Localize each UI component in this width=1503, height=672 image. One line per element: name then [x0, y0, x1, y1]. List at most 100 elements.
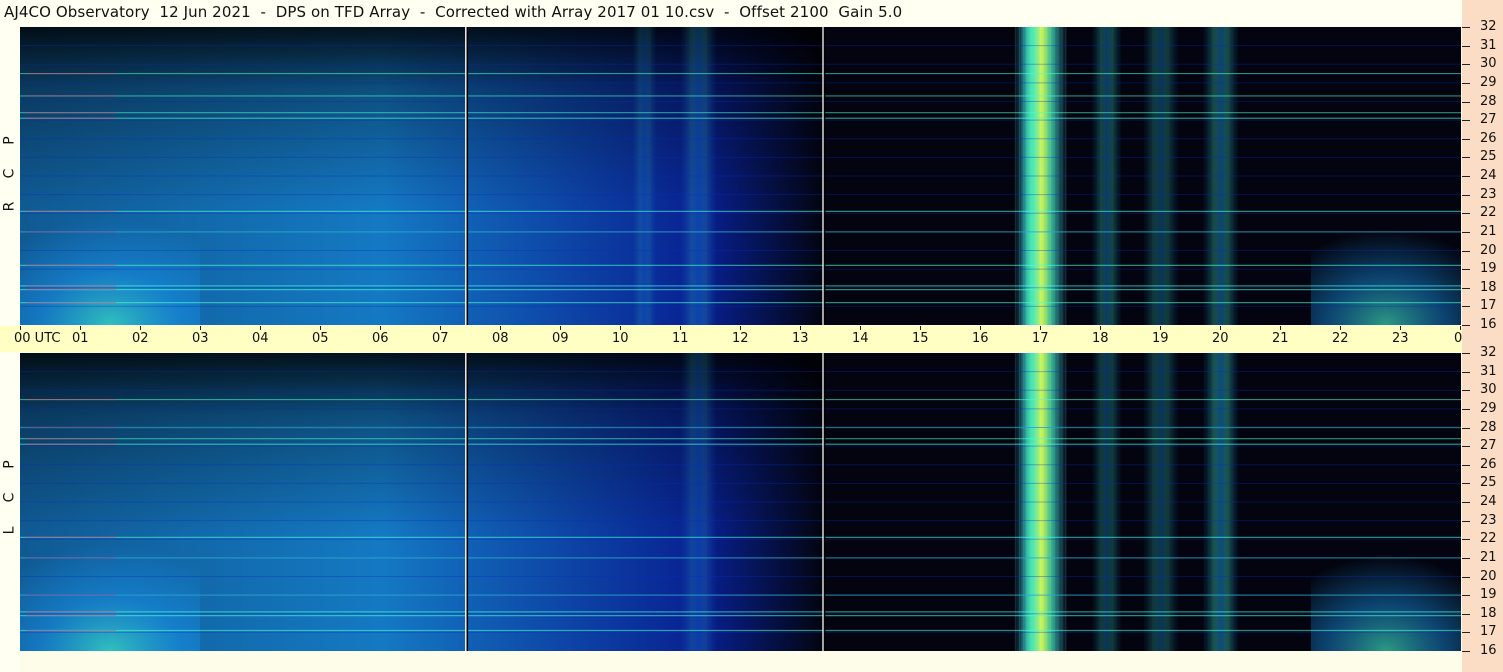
polarization-letter: C: [1, 492, 18, 503]
mhz-tick-mark: [1462, 390, 1470, 391]
mhz-tick-label: 20: [1480, 569, 1497, 584]
time-tick-label: 05: [312, 331, 329, 346]
time-tick-label: 14: [852, 331, 869, 346]
mhz-tick-mark: [1462, 372, 1470, 373]
mhz-tick-mark: [1462, 577, 1470, 578]
mhz-tick-label: 24: [1480, 494, 1497, 509]
mhz-tick-mark: [1462, 102, 1470, 103]
time-tick-label: 01: [72, 331, 89, 346]
time-tick-mark: [1100, 326, 1101, 330]
time-tick-label: 03: [192, 331, 209, 346]
time-tick-label: 16: [972, 331, 989, 346]
mhz-tick-label: 26: [1480, 457, 1497, 472]
time-tick-mark: [920, 326, 921, 330]
mhz-tick-mark: [1462, 353, 1470, 354]
mhz-tick-mark: [1462, 521, 1470, 522]
mhz-tick-mark: [1462, 632, 1470, 633]
polarization-letter: R: [1, 201, 18, 212]
mhz-tick-label: 32: [1480, 345, 1497, 360]
time-tick-mark: [860, 326, 861, 330]
mhz-tick-label: 19: [1480, 587, 1497, 602]
mhz-tick-label: 22: [1480, 205, 1497, 220]
time-tick-label: 23: [1392, 331, 1409, 346]
mhz-tick-label: 26: [1480, 131, 1497, 146]
mhz-tick-label: 30: [1480, 382, 1497, 397]
mhz-tick-mark: [1462, 120, 1470, 121]
time-tick-mark: [680, 326, 681, 330]
time-tick-mark: [320, 326, 321, 330]
mhz-tick-label: 23: [1480, 187, 1497, 202]
mhz-tick-mark: [1462, 232, 1470, 233]
mhz-tick-mark: [1462, 539, 1470, 540]
mhz-tick-mark: [1462, 595, 1470, 596]
mhz-tick-label: 28: [1480, 94, 1497, 109]
time-tick-label: 22: [1332, 331, 1349, 346]
mhz-tick-mark: [1462, 325, 1470, 326]
time-tick-mark: [1460, 326, 1461, 330]
mhz-tick-mark: [1462, 288, 1470, 289]
polarization-letter: P: [1, 136, 18, 145]
mhz-tick-mark: [1462, 157, 1470, 158]
time-axis: 00 UTC 01 02 03 04 05 06 07 08 09 10 11 12 13 14 15 16 17…: [0, 326, 1503, 352]
mhz-tick-mark: [1462, 651, 1470, 652]
mhz-tick-label: 21: [1480, 224, 1497, 239]
time-tick-mark: [500, 326, 501, 330]
mhz-tick-mark: [1462, 614, 1470, 615]
mhz-tick-label: 25: [1480, 149, 1497, 164]
mhz-tick-label: 27: [1480, 112, 1497, 127]
mhz-tick-label: 18: [1480, 280, 1497, 295]
mhz-tick-mark: [1462, 269, 1470, 270]
time-tick-mark: [380, 326, 381, 330]
mhz-tick-label: 32: [1480, 19, 1497, 34]
mhz-tick-mark: [1462, 409, 1470, 410]
mhz-tick-label: 29: [1480, 75, 1497, 90]
time-tick-label: 07: [432, 331, 449, 346]
time-tick-mark: [1160, 326, 1161, 330]
time-tick-label: 02: [132, 331, 149, 346]
time-tick-mark: [560, 326, 561, 330]
time-tick-label: 21: [1272, 331, 1289, 346]
polarization-letter: P: [1, 460, 18, 469]
mhz-tick-mark: [1462, 195, 1470, 196]
mhz-tick-label: 28: [1480, 420, 1497, 435]
time-tick-mark: [1340, 326, 1341, 330]
mhz-tick-label: 17: [1480, 298, 1497, 313]
mhz-tick-label: 24: [1480, 168, 1497, 183]
mhz-tick-label: 31: [1480, 364, 1497, 379]
polarization-letter: C: [1, 168, 18, 179]
mhz-tick-label: 25: [1480, 475, 1497, 490]
mhz-tick-label: 21: [1480, 550, 1497, 565]
lcp-spectrogram-svg: [20, 353, 1461, 651]
mhz-tick-label: 27: [1480, 438, 1497, 453]
mhz-tick-mark: [1462, 428, 1470, 429]
time-tick-mark: [1040, 326, 1041, 330]
mhz-tick-mark: [1462, 558, 1470, 559]
mhz-tick-label: 17: [1480, 624, 1497, 639]
mhz-tick-mark: [1462, 502, 1470, 503]
time-tick-label: 09: [552, 331, 569, 346]
low-frequency-glow: [1310, 531, 1461, 651]
mhz-tick-mark: [1462, 139, 1470, 140]
mhz-tick-mark: [1462, 483, 1470, 484]
time-tick-mark: [440, 326, 441, 330]
time-tick-mark: [20, 326, 21, 330]
time-tick-mark: [80, 326, 81, 330]
chart-title: AJ4CO Observatory 12 Jun 2021 - DPS on T…: [4, 3, 903, 21]
mhz-tick-label: 16: [1480, 317, 1497, 332]
time-tick-label: 10: [612, 331, 629, 346]
mhz-tick-label: 31: [1480, 38, 1497, 53]
time-tick-mark: [980, 326, 981, 330]
mhz-tick-label: 30: [1480, 56, 1497, 71]
time-tick-mark: [800, 326, 801, 330]
mhz-tick-mark: [1462, 83, 1470, 84]
mhz-tick-label: 19: [1480, 261, 1497, 276]
mhz-tick-mark: [1462, 213, 1470, 214]
mhz-tick-mark: [1462, 176, 1470, 177]
mhz-tick-mark: [1462, 64, 1470, 65]
time-tick-label: 13: [792, 331, 809, 346]
time-tick-mark: [260, 326, 261, 330]
time-tick-label: 19: [1152, 331, 1169, 346]
time-tick-mark: [1220, 326, 1221, 330]
rcp-spectrogram: [20, 27, 1461, 325]
polarization-letter: L: [1, 526, 18, 535]
